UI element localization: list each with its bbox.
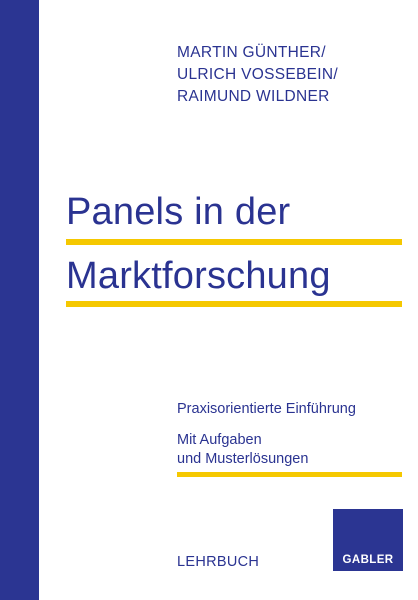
accent-rule xyxy=(177,472,402,477)
publisher-logo: GABLER xyxy=(333,509,403,571)
publisher-logo-text: GABLER xyxy=(342,554,394,566)
book-note-line: und Musterlösungen xyxy=(177,451,309,467)
author-name: ULRICH VOSSEBEIN/ xyxy=(177,66,339,83)
book-subtitle: Praxisorientierte Einführung xyxy=(177,401,356,417)
series-label: LEHRBUCH xyxy=(177,554,260,570)
author-name: MARTIN GÜNTHER/ xyxy=(177,44,326,61)
author-name: RAIMUND WILDNER xyxy=(177,88,330,105)
cover-spine-band xyxy=(0,0,39,600)
accent-rule xyxy=(66,239,402,245)
accent-rule xyxy=(66,301,402,307)
book-note-line: Mit Aufgaben xyxy=(177,432,262,448)
book-title-line-1: Panels in der xyxy=(66,191,291,233)
author-list: MARTIN GÜNTHER/ ULRICH VOSSEBEIN/ RAIMUN… xyxy=(177,42,338,108)
book-title-line-2: Marktforschung xyxy=(66,255,331,297)
